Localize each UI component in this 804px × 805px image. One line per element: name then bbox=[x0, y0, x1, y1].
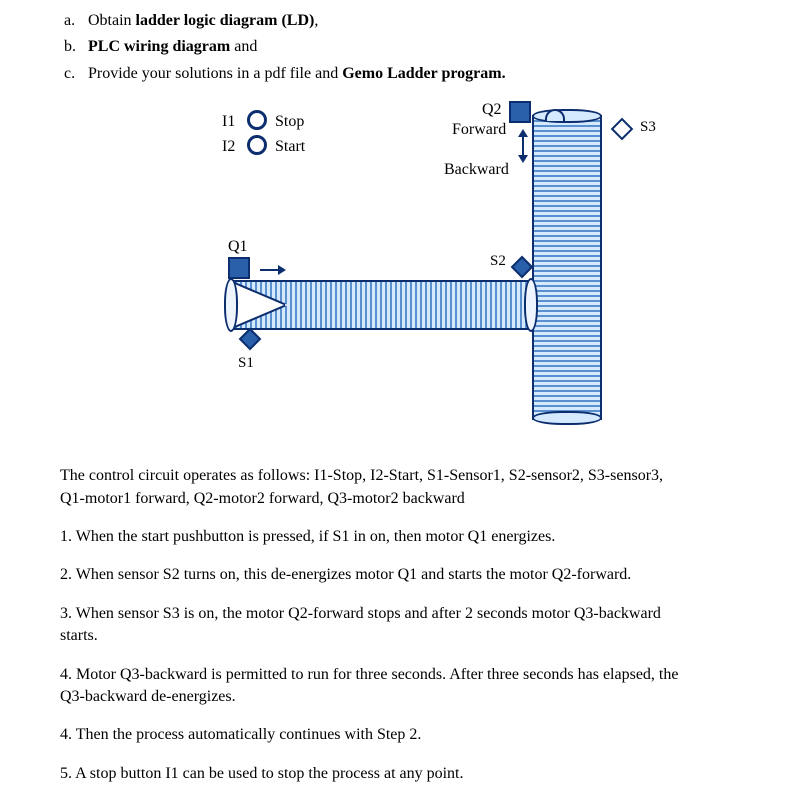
task-c-marker: c. bbox=[60, 63, 88, 85]
backward-label: Backward bbox=[444, 159, 509, 181]
up-down-arrow-icon bbox=[522, 131, 524, 161]
s3-sensor-icon bbox=[611, 118, 634, 141]
task-b-marker: b. bbox=[60, 36, 88, 58]
task-a-pre: Obtain bbox=[88, 12, 136, 29]
task-a: a. Obtain ladder logic diagram (LD), bbox=[60, 10, 744, 32]
step-5: 4. Then the process automatically contin… bbox=[60, 724, 744, 746]
q2-motor-icon bbox=[509, 101, 531, 123]
q1-motor-icon bbox=[228, 257, 250, 279]
start-button-icon bbox=[247, 135, 267, 155]
vertical-conveyor-top-roller bbox=[532, 109, 602, 123]
step-3-line1: 3. When sensor S3 is on, the motor Q2-fo… bbox=[60, 603, 744, 625]
circuit-description: The control circuit operates as follows:… bbox=[60, 465, 744, 510]
stop-label: Stop bbox=[275, 111, 304, 133]
s2-sensor-icon bbox=[511, 256, 534, 279]
horizontal-conveyor-wedge bbox=[232, 282, 288, 328]
task-b-bold: PLC wiring diagram bbox=[88, 38, 230, 55]
step-3: 3. When sensor S3 is on, the motor Q2-fo… bbox=[60, 603, 744, 648]
diagram-container: I1 Stop I2 Start Q2 Forward Backward S3 … bbox=[60, 105, 744, 435]
i2-label: I2 bbox=[222, 136, 235, 158]
task-c-content: Provide your solutions in a pdf file and… bbox=[88, 63, 744, 85]
circuit-description-line2: Q1-motor1 forward, Q2-motor2 forward, Q3… bbox=[60, 488, 744, 510]
vertical-conveyor-crimp-icon bbox=[545, 109, 565, 121]
start-label: Start bbox=[275, 136, 305, 158]
right-arrow-icon bbox=[260, 269, 284, 271]
s3-label: S3 bbox=[640, 117, 656, 138]
task-list: a. Obtain ladder logic diagram (LD), b. … bbox=[60, 10, 744, 85]
circuit-description-line1: The control circuit operates as follows:… bbox=[60, 465, 744, 487]
step-4-line1: 4. Motor Q3-backward is permitted to run… bbox=[60, 664, 744, 686]
task-b-content: PLC wiring diagram and bbox=[88, 36, 744, 58]
step-4: 4. Motor Q3-backward is permitted to run… bbox=[60, 664, 744, 709]
step-1: 1. When the start pushbutton is pressed,… bbox=[60, 526, 744, 548]
task-a-content: Obtain ladder logic diagram (LD), bbox=[88, 10, 744, 32]
task-b-post: and bbox=[230, 38, 257, 55]
horizontal-conveyor-left-roller bbox=[224, 278, 238, 332]
vertical-conveyor bbox=[532, 115, 602, 420]
task-a-bold: ladder logic diagram (LD) bbox=[136, 12, 315, 29]
task-a-post: , bbox=[314, 12, 318, 29]
s1-label: S1 bbox=[238, 353, 254, 374]
step-4-line2: Q3-backward de-energizes. bbox=[60, 686, 744, 708]
task-c-pre: Provide your solutions in a pdf file and bbox=[88, 65, 342, 82]
q1-label: Q1 bbox=[228, 236, 248, 258]
stop-button-icon bbox=[247, 110, 267, 130]
step-3-line2: starts. bbox=[60, 625, 744, 647]
plc-diagram: I1 Stop I2 Start Q2 Forward Backward S3 … bbox=[152, 105, 652, 435]
s2-label: S2 bbox=[490, 251, 506, 272]
task-b: b. PLC wiring diagram and bbox=[60, 36, 744, 58]
i1-label: I1 bbox=[222, 111, 235, 133]
task-a-marker: a. bbox=[60, 10, 88, 32]
step-6: 5. A stop button I1 can be used to stop … bbox=[60, 763, 744, 785]
s1-sensor-icon bbox=[239, 328, 262, 351]
vertical-conveyor-bottom-roller bbox=[532, 411, 602, 425]
horizontal-conveyor-right-roller bbox=[524, 278, 538, 332]
forward-label: Forward bbox=[452, 119, 506, 141]
step-2: 2. When sensor S2 turns on, this de-ener… bbox=[60, 564, 744, 586]
task-c: c. Provide your solutions in a pdf file … bbox=[60, 63, 744, 85]
task-c-bold: Gemo Ladder program. bbox=[342, 65, 505, 82]
